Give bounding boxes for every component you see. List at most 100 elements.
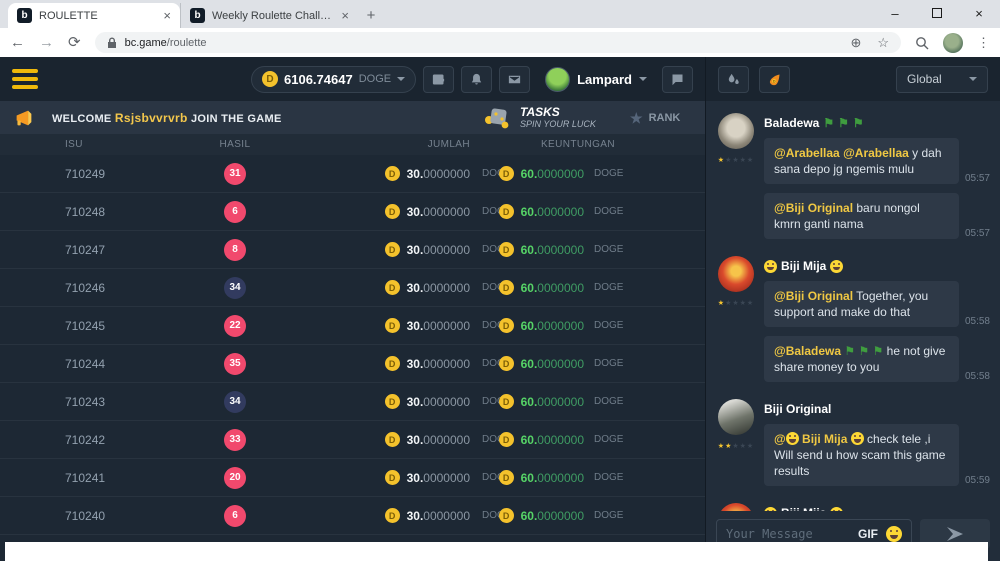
mention-link[interactable]: Biji Mija (799, 432, 851, 446)
mention-link[interactable]: @Baladewa (774, 344, 841, 358)
tasks-text: TASKS SPIN YOUR LUCK (520, 106, 596, 129)
tab-close-icon[interactable]: × (341, 9, 349, 22)
doge-coin-icon: D (385, 242, 400, 257)
chat-message-bubble: @ Biji Mija check tele ,i Will send u ho… (764, 424, 959, 486)
mention-link[interactable]: @Arabellaa (774, 146, 840, 160)
tab-roulette[interactable]: b ROULETTE × (8, 3, 180, 28)
result-ball: 6 (224, 505, 246, 527)
smile-emoji-icon (851, 432, 864, 445)
chat-username[interactable]: Biji Mija (764, 259, 990, 273)
rain-button[interactable] (718, 66, 749, 93)
chat-message-bubble: @Arabellaa @Arabellaa y dah sana depo jg… (764, 138, 959, 184)
green-flag-icon: ⚑ (838, 116, 849, 130)
search-icon[interactable] (915, 36, 929, 50)
balance-currency: DOGE (359, 73, 391, 85)
doge-coin-icon: D (385, 166, 400, 181)
chat-messages: ★★★★★ Baladewa ⚑ ⚑ ⚑ @Arabellaa @Arabell… (706, 101, 1000, 511)
chat-avatar[interactable] (718, 256, 754, 292)
doge-coin-icon: D (499, 394, 514, 409)
mention-link[interactable]: @Arabellaa (843, 146, 909, 160)
mention-link[interactable]: @ (774, 432, 786, 446)
address-bar[interactable]: bc.game/roulette ⊕ ☆ (95, 32, 901, 53)
rain-drops-icon (726, 72, 741, 87)
doge-coin-icon: D (499, 166, 514, 181)
app-topbar: D 6106.74647 DOGE Lampard (0, 57, 705, 101)
table-row: 710243 34 D 30.0000000 DOGE D 60.0000000… (0, 383, 705, 421)
tab-title: Weekly Roulette Challenge - Win (212, 10, 334, 22)
notifications-button[interactable] (461, 66, 492, 93)
chat-channel-select[interactable]: Global (896, 66, 988, 93)
doge-coin-icon: D (385, 204, 400, 219)
close-button[interactable]: × (958, 0, 1000, 26)
welcome-text: WELCOME Rsjsbvvrvrb JOIN THE GAME (52, 111, 282, 125)
profit-amount: D 60.0000000 (518, 356, 584, 371)
browser-toolbar: ← → ⟳ bc.game/roulette ⊕ ☆ ⋮ (0, 28, 1000, 57)
chat-avatar[interactable] (718, 503, 754, 511)
message-timestamp: 05:58 (959, 371, 990, 382)
profit-amount: D 60.0000000 (518, 432, 584, 447)
chat-input-placeholder: Your Message (726, 527, 813, 541)
profit-currency: DOGE (584, 396, 623, 407)
doge-coin-icon: D (499, 242, 514, 257)
profit-currency: DOGE (584, 244, 623, 255)
issue-number: 710246 (65, 281, 175, 295)
browser-profile-avatar[interactable] (943, 33, 963, 53)
chat-avatar[interactable] (718, 399, 754, 435)
mention-link[interactable]: @Biji Original (774, 289, 853, 303)
tasks-link[interactable]: TASKS SPIN YOUR LUCK (483, 101, 596, 134)
user-avatar (545, 67, 570, 92)
minimize-button[interactable]: – (874, 0, 916, 26)
tab-weekly-challenge[interactable]: b Weekly Roulette Challenge - Win × (180, 3, 358, 28)
rank-link[interactable]: ★ RANK (630, 101, 680, 134)
zoom-page-icon[interactable]: ⊕ (850, 35, 861, 51)
mention-link[interactable]: @Biji Original (774, 201, 853, 215)
user-menu[interactable]: Lampard (545, 67, 647, 92)
result-ball: 34 (224, 277, 246, 299)
doge-coin-icon: D (262, 71, 278, 87)
user-star-rating: ★★★★★ (718, 299, 754, 307)
new-tab-button[interactable]: + (358, 3, 384, 28)
mail-button[interactable] (499, 66, 530, 93)
chat-avatar[interactable] (718, 113, 754, 149)
result-ball: 6 (224, 201, 246, 223)
chat-message-group: ★★★★★ Biji Mija @Biji Original Together,… (706, 248, 1000, 391)
balance-selector[interactable]: D 6106.74647 DOGE (251, 66, 416, 93)
tab-close-icon[interactable]: × (163, 9, 171, 22)
doge-coin-icon: D (499, 280, 514, 295)
chat-username[interactable]: Biji Original (764, 402, 990, 416)
chat-toggle-button[interactable] (662, 66, 693, 93)
bookmark-star-icon[interactable]: ☆ (877, 35, 889, 51)
col-profit: KEUNTUNGAN (470, 139, 615, 150)
welcome-player-name[interactable]: Rsjsbvvrvrb (115, 111, 188, 125)
coin-drop-button[interactable]: D (759, 66, 790, 93)
chat-message-group: ★★★★★ Baladewa ⚑ ⚑ ⚑ @Arabellaa @Arabell… (706, 105, 1000, 248)
browser-menu-icon[interactable]: ⋮ (977, 35, 990, 51)
welcome-banner: WELCOME Rsjsbvvrvrb JOIN THE GAME TASKS … (0, 101, 705, 134)
back-icon[interactable]: ← (10, 35, 25, 50)
maximize-button[interactable] (916, 0, 958, 26)
hamburger-menu-icon[interactable] (12, 69, 38, 89)
profit-currency: DOGE (584, 168, 623, 179)
bet-amount: D 30.0000000 (295, 318, 470, 333)
forward-icon[interactable]: → (39, 35, 54, 50)
result-ball: 20 (224, 467, 246, 489)
gif-button[interactable]: GIF (858, 527, 878, 541)
result-ball: 8 (224, 239, 246, 261)
wallet-button[interactable] (423, 66, 454, 93)
chat-username[interactable]: Baladewa ⚑ ⚑ ⚑ (764, 116, 990, 130)
profit-currency: DOGE (584, 472, 623, 483)
green-flag-icon: ⚑ (823, 116, 834, 130)
issue-number: 710248 (65, 205, 175, 219)
result-ball: 22 (224, 315, 246, 337)
main-column: D 6106.74647 DOGE Lampard (0, 57, 705, 561)
emoji-picker-icon[interactable] (886, 526, 902, 542)
refresh-icon[interactable]: ⟳ (68, 35, 81, 50)
chat-channel-value: Global (907, 72, 942, 86)
chat-message-row: @Biji Original Together, you support and… (764, 281, 990, 327)
issue-number: 710244 (65, 357, 175, 371)
issue-number: 710241 (65, 471, 175, 485)
chat-message-row: @Biji Original baru nongol kmrn ganti na… (764, 193, 990, 239)
bet-amount: D 30.0000000 (295, 204, 470, 219)
table-row: 710248 6 D 30.0000000 DOGE D 60.0000000 … (0, 193, 705, 231)
bet-amount: D 30.0000000 (295, 394, 470, 409)
